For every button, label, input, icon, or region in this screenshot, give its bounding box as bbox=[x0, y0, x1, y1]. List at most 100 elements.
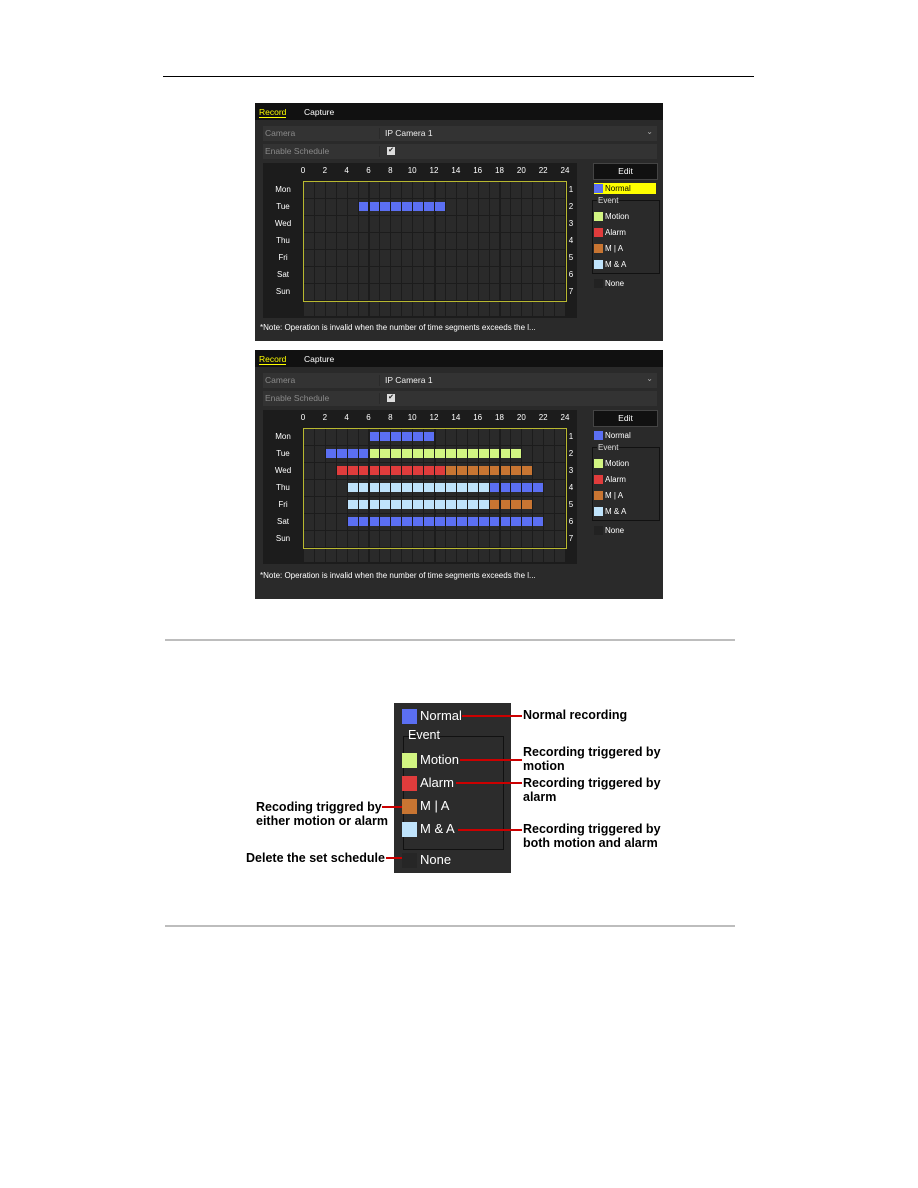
time-cell[interactable] bbox=[336, 284, 347, 300]
time-cell[interactable] bbox=[500, 429, 511, 445]
schedule-segment-normal[interactable] bbox=[435, 517, 445, 526]
schedule-segment-m_and_a[interactable] bbox=[347, 483, 358, 492]
time-cell[interactable] bbox=[544, 267, 555, 283]
time-cell[interactable] bbox=[555, 301, 565, 316]
time-cell[interactable] bbox=[325, 497, 336, 513]
time-cell[interactable] bbox=[544, 480, 555, 496]
time-cell[interactable] bbox=[511, 548, 522, 562]
schedule-segment-m_or_a[interactable] bbox=[467, 466, 478, 475]
time-cell[interactable] bbox=[304, 531, 314, 547]
time-cell[interactable] bbox=[522, 531, 533, 547]
time-cell[interactable] bbox=[369, 531, 380, 547]
time-cell[interactable] bbox=[533, 250, 544, 266]
time-cell[interactable] bbox=[369, 548, 380, 562]
time-cell[interactable] bbox=[314, 284, 325, 300]
time-cell[interactable] bbox=[489, 182, 500, 198]
time-cell[interactable] bbox=[358, 284, 369, 300]
time-cell[interactable] bbox=[314, 301, 325, 316]
schedule-segment-m_and_a[interactable] bbox=[478, 500, 489, 509]
time-cell[interactable] bbox=[304, 182, 314, 198]
time-cell[interactable] bbox=[456, 284, 467, 300]
schedule-segment-motion[interactable] bbox=[500, 449, 511, 458]
time-cell[interactable] bbox=[391, 548, 402, 562]
schedule-segment-normal[interactable] bbox=[358, 449, 369, 458]
time-cell[interactable] bbox=[336, 480, 347, 496]
schedule-segment-motion[interactable] bbox=[369, 449, 380, 458]
legend-m-or-a[interactable]: M | A bbox=[594, 243, 623, 254]
time-cell[interactable] bbox=[436, 216, 445, 232]
time-cell[interactable] bbox=[413, 301, 424, 316]
schedule-grid[interactable]: 0 2 4 6 8 10 12 14 16 18 20 22 24 Mon 1 Tue 2 Wed 3 Thu 4 Fri… bbox=[263, 410, 577, 564]
time-cell[interactable] bbox=[391, 284, 402, 300]
time-cell[interactable] bbox=[304, 446, 314, 462]
schedule-segment-m_and_a[interactable] bbox=[413, 483, 424, 492]
time-cell[interactable] bbox=[445, 250, 456, 266]
time-cell[interactable] bbox=[391, 301, 402, 316]
time-cell[interactable] bbox=[533, 216, 544, 232]
time-cell[interactable] bbox=[369, 233, 380, 249]
time-cell[interactable] bbox=[358, 531, 369, 547]
time-cell[interactable] bbox=[511, 233, 522, 249]
time-cell[interactable] bbox=[522, 284, 533, 300]
schedule-segment-motion[interactable] bbox=[489, 449, 500, 458]
schedule-segment-motion[interactable] bbox=[391, 449, 402, 458]
time-cell[interactable] bbox=[445, 548, 456, 562]
schedule-segment-normal[interactable] bbox=[369, 202, 380, 211]
schedule-segment-m_or_a[interactable] bbox=[456, 466, 467, 475]
time-cell[interactable] bbox=[413, 284, 424, 300]
tab-capture[interactable]: Capture bbox=[304, 354, 334, 364]
time-cell[interactable] bbox=[544, 182, 555, 198]
schedule-segment-normal[interactable] bbox=[489, 517, 500, 526]
time-cell[interactable] bbox=[467, 284, 478, 300]
time-cell[interactable] bbox=[314, 514, 325, 530]
schedule-segment-normal[interactable] bbox=[391, 517, 402, 526]
time-cell[interactable] bbox=[369, 267, 380, 283]
time-cell[interactable] bbox=[358, 216, 369, 232]
schedule-segment-motion[interactable] bbox=[424, 449, 434, 458]
time-cell[interactable] bbox=[544, 446, 555, 462]
time-cell[interactable] bbox=[489, 301, 500, 316]
schedule-segment-motion[interactable] bbox=[456, 449, 467, 458]
time-cell[interactable] bbox=[445, 531, 456, 547]
legend-m-or-a[interactable]: M | A bbox=[594, 490, 623, 501]
time-cell[interactable] bbox=[456, 429, 467, 445]
time-cell[interactable] bbox=[533, 199, 544, 215]
time-cell[interactable] bbox=[522, 301, 533, 316]
time-cell[interactable] bbox=[314, 548, 325, 562]
time-cell[interactable] bbox=[369, 216, 380, 232]
schedule-segment-m_and_a[interactable] bbox=[391, 483, 402, 492]
tab-record[interactable]: Record bbox=[259, 107, 287, 118]
time-cell[interactable] bbox=[424, 182, 434, 198]
schedule-segment-motion[interactable] bbox=[467, 449, 478, 458]
edit-button[interactable]: Edit bbox=[593, 410, 658, 427]
time-cell[interactable] bbox=[522, 267, 533, 283]
time-cell[interactable] bbox=[402, 250, 413, 266]
schedule-segment-normal[interactable] bbox=[511, 483, 522, 492]
time-cell[interactable] bbox=[358, 429, 369, 445]
schedule-segment-motion[interactable] bbox=[402, 449, 413, 458]
time-cell[interactable] bbox=[456, 182, 467, 198]
time-cell[interactable] bbox=[402, 233, 413, 249]
time-cell[interactable] bbox=[380, 301, 391, 316]
time-cell[interactable] bbox=[456, 548, 467, 562]
schedule-segment-m_and_a[interactable] bbox=[369, 483, 380, 492]
time-cell[interactable] bbox=[555, 267, 565, 283]
time-cell[interactable] bbox=[325, 301, 336, 316]
schedule-segment-normal[interactable] bbox=[358, 517, 369, 526]
enable-schedule-checkbox[interactable]: ✔ bbox=[387, 147, 395, 155]
schedule-segment-m_and_a[interactable] bbox=[358, 483, 369, 492]
schedule-segment-m_or_a[interactable] bbox=[500, 466, 511, 475]
time-cell[interactable] bbox=[304, 429, 314, 445]
edit-button[interactable]: Edit bbox=[593, 163, 658, 180]
time-cell[interactable] bbox=[456, 250, 467, 266]
time-cell[interactable] bbox=[304, 480, 314, 496]
time-cell[interactable] bbox=[424, 548, 434, 562]
time-cell[interactable] bbox=[436, 301, 445, 316]
time-cell[interactable] bbox=[533, 497, 544, 513]
schedule-segment-m_and_a[interactable] bbox=[369, 500, 380, 509]
legend-normal[interactable]: Normal bbox=[594, 430, 631, 441]
time-cell[interactable] bbox=[369, 284, 380, 300]
time-cell[interactable] bbox=[304, 548, 314, 562]
time-cell[interactable] bbox=[336, 216, 347, 232]
time-cell[interactable] bbox=[325, 514, 336, 530]
